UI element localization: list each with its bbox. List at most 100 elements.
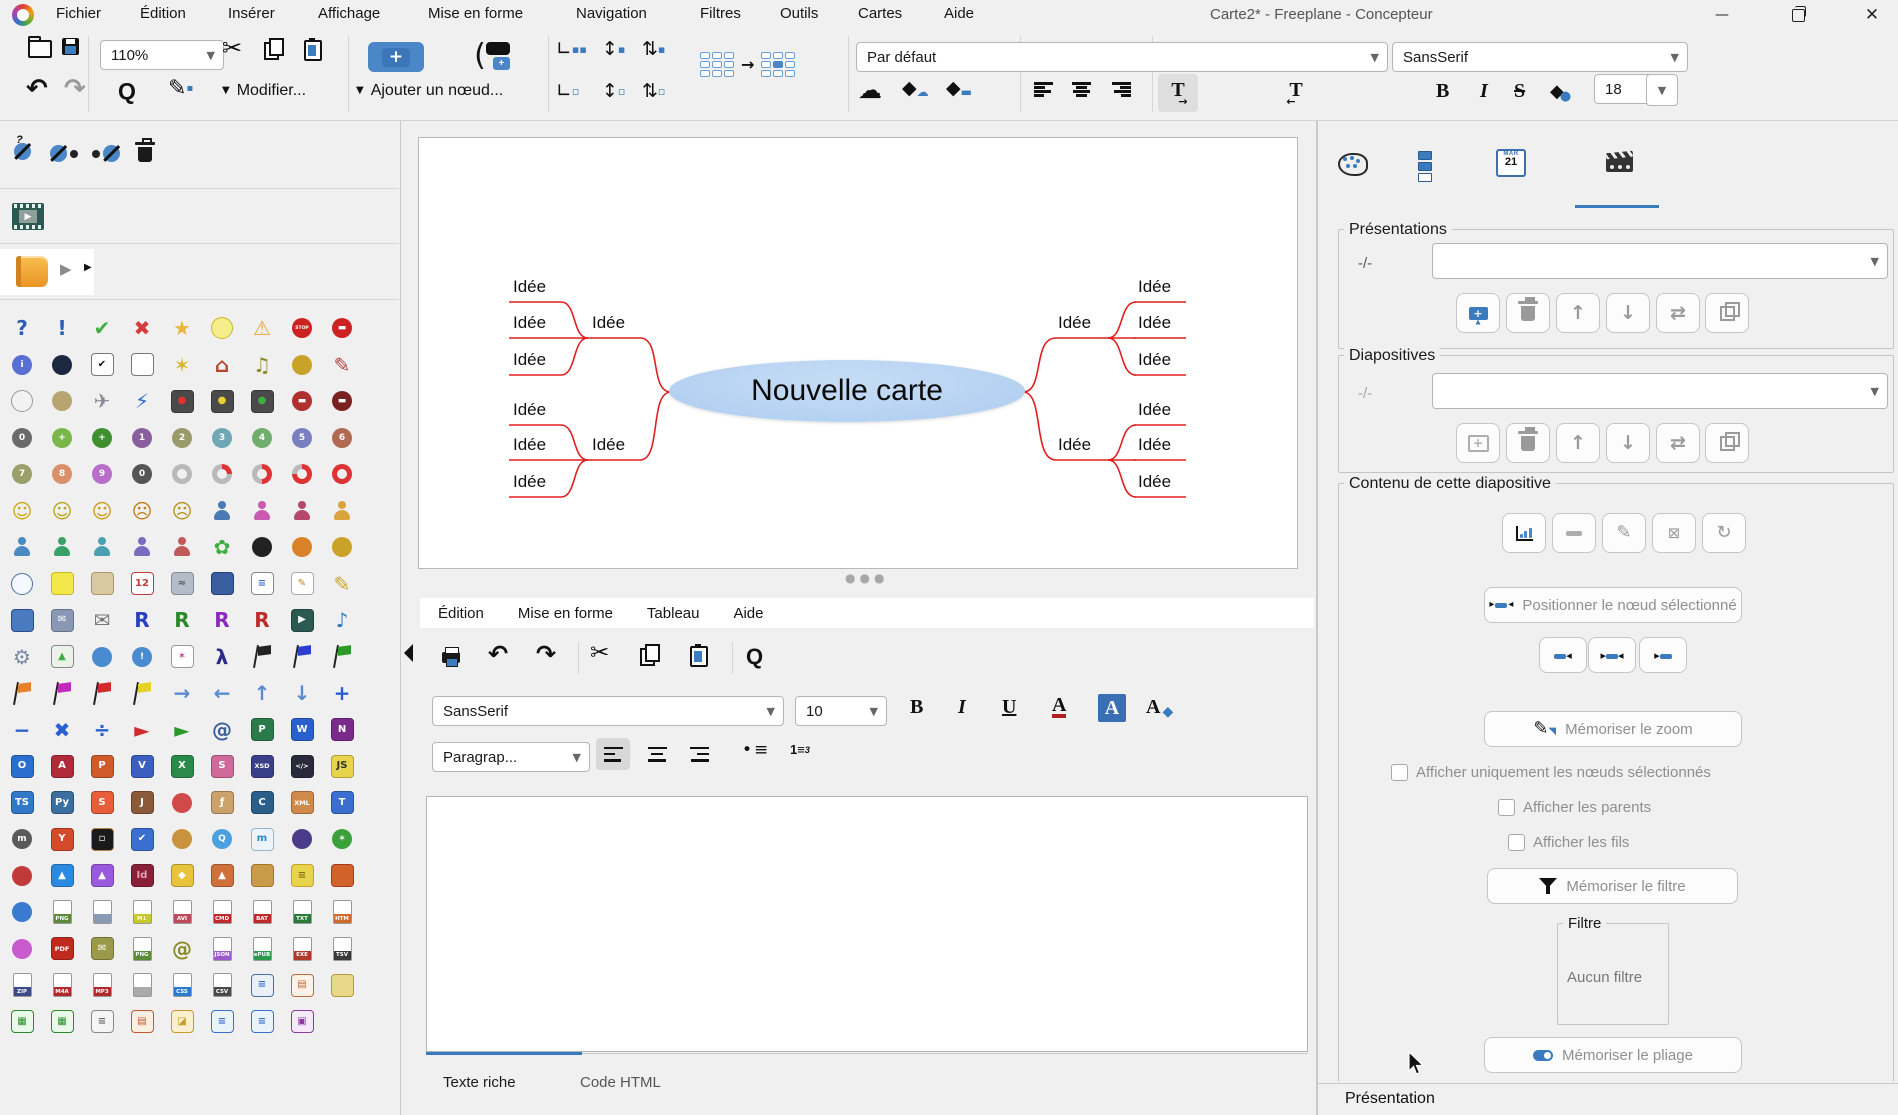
bell-icon[interactable] — [43, 384, 81, 418]
no-entry-icon[interactable]: ▬ — [323, 311, 361, 345]
delete-icon-button[interactable] — [138, 147, 152, 162]
tab-presentation[interactable] — [1606, 153, 1633, 172]
zoom-select[interactable]: 110% ▼ — [100, 40, 224, 70]
editor-italic-button[interactable]: I — [958, 696, 966, 719]
m-card-icon[interactable]: m — [243, 822, 281, 856]
info-icon[interactable]: i — [3, 348, 41, 382]
family-icon[interactable] — [203, 494, 241, 528]
hourglass-icon[interactable] — [83, 567, 121, 601]
excel-icon[interactable]: X — [163, 749, 201, 783]
file-exe-icon[interactable]: EXE — [283, 932, 321, 966]
file-csv-icon[interactable]: CSV — [203, 968, 241, 1002]
file-epub-icon[interactable]: ePUB — [243, 932, 281, 966]
show-only-selected-checkbox[interactable] — [1391, 764, 1408, 781]
visio-icon[interactable]: V — [123, 749, 161, 783]
cut-button[interactable]: ✂ — [222, 36, 242, 60]
map-node-idea[interactable]: Idée — [1138, 435, 1198, 455]
image-icon[interactable]: ▲ — [43, 640, 81, 674]
map-root-node[interactable]: Nouvelle carte — [669, 360, 1025, 422]
close-button[interactable]: ✕ — [1850, 2, 1894, 28]
traffic-yellow-icon[interactable]: ● — [203, 384, 241, 418]
multiplication-icon[interactable]: ✖ — [43, 713, 81, 747]
book-icon[interactable] — [16, 256, 48, 287]
number-3-icon[interactable]: 3 — [203, 421, 241, 455]
number-2-icon[interactable]: 2 — [163, 421, 201, 455]
beachball-icon[interactable] — [163, 786, 201, 820]
globe-icon[interactable] — [3, 895, 41, 929]
file-txt-icon[interactable]: TXT — [283, 895, 321, 929]
affinity-photo-icon[interactable]: ▲ — [83, 859, 121, 893]
editor-align-right-button[interactable] — [682, 738, 716, 770]
play-red-icon[interactable]: ► — [123, 713, 161, 747]
menu-outils[interactable]: Outils — [780, 5, 818, 22]
appium-icon[interactable]: ✶ — [323, 822, 361, 856]
menu-filtres[interactable]: Filtres — [700, 5, 741, 22]
undo-button[interactable]: ↶ — [26, 76, 48, 102]
file-mp3-icon[interactable]: MP3 — [83, 968, 121, 1002]
number-0-icon[interactable]: 0 — [3, 421, 41, 455]
file-png-icon[interactable]: PNG — [43, 895, 81, 929]
at-sign-icon[interactable]: @ — [203, 713, 241, 747]
smiley-angry-icon[interactable]: ☹ — [123, 494, 161, 528]
swift-icon[interactable]: S — [83, 786, 121, 820]
style-select[interactable]: Par défaut ▼ — [856, 42, 1388, 72]
map-node-idea[interactable]: Idée — [513, 350, 573, 370]
editor-clear-format-button[interactable]: A◆ — [1146, 696, 1173, 719]
odg-draw-icon[interactable]: ◪ — [163, 1005, 201, 1039]
editor-tab-code-html[interactable]: Code HTML — [580, 1074, 661, 1091]
typescript-icon[interactable]: TS — [3, 786, 41, 820]
editor-font-select[interactable]: SansSerif ▼ — [432, 696, 784, 726]
revision-violet-icon[interactable]: R — [203, 603, 241, 637]
yes-icon[interactable]: ✔ — [83, 311, 121, 345]
editor-bold-button[interactable]: B — [910, 696, 923, 719]
file-pdf-icon[interactable]: PDF — [43, 932, 81, 966]
file-m4a-icon[interactable]: M4A — [43, 968, 81, 1002]
restore-button[interactable] — [1776, 2, 1820, 28]
add-child-node-button[interactable]: ( + — [462, 36, 522, 76]
sass-icon[interactable]: S — [203, 749, 241, 783]
tab-calendar[interactable]: MAR21 — [1496, 149, 1526, 177]
butterfly-icon[interactable] — [283, 530, 321, 564]
music-icon[interactable]: ♫ — [243, 348, 281, 382]
map-node-idea[interactable]: Idée — [1138, 277, 1198, 297]
number-8-icon[interactable]: 8 — [43, 457, 81, 491]
file-html-globe-icon[interactable] — [83, 895, 121, 929]
search-button[interactable]: Q — [118, 78, 136, 105]
eclipse-icon[interactable] — [283, 822, 321, 856]
duplicate-slide-button[interactable] — [1705, 423, 1749, 463]
editor-undo-button[interactable]: ↶ — [488, 642, 508, 666]
warning-icon[interactable]: ⚠ — [243, 311, 281, 345]
progress-50-icon[interactable] — [243, 457, 281, 491]
odf-presentation-icon[interactable]: ▤ — [283, 968, 321, 1002]
minimize-button[interactable]: — — [1700, 2, 1744, 28]
show-parents-checkbox[interactable] — [1498, 799, 1515, 816]
pen-yellow-icon[interactable]: ✎ — [323, 567, 361, 601]
map-node-idea[interactable]: Idée — [1058, 313, 1118, 333]
save-map-button[interactable] — [62, 38, 79, 55]
executable-icon[interactable]: ⚙ — [3, 640, 41, 674]
arrow-left-icon[interactable]: ← — [203, 676, 241, 710]
sort-siblings-button[interactable]: ∟▫ — [556, 82, 579, 101]
map-node-idea[interactable]: Idée — [513, 277, 573, 297]
map-node-idea[interactable]: Idée — [1138, 400, 1198, 420]
collapse-left-handle[interactable] — [404, 644, 413, 662]
open-map-button[interactable] — [28, 40, 52, 58]
odb-database-icon[interactable]: ▣ — [283, 1005, 321, 1039]
outlook-icon[interactable]: O — [3, 749, 41, 783]
move-presentation-up-button[interactable]: ↑ — [1556, 293, 1600, 333]
silverstripe-icon[interactable] — [3, 859, 41, 893]
bee-icon[interactable] — [323, 530, 361, 564]
remove-selection-button[interactable]: ⊠ — [1652, 513, 1696, 553]
paste-style-button[interactable]: ◆▬ — [946, 78, 972, 98]
checked-icon[interactable]: ✔ — [83, 348, 121, 382]
menu-ins-rer[interactable]: Insérer — [228, 5, 275, 22]
audio-icon[interactable]: ♪ — [323, 603, 361, 637]
mails-icon[interactable]: ✉ — [43, 603, 81, 637]
number-1-icon[interactable]: 1 — [123, 421, 161, 455]
bold-button[interactable]: B — [1436, 80, 1449, 103]
menu-aide[interactable]: Aide — [944, 5, 974, 22]
males-icon[interactable] — [83, 530, 121, 564]
arrow-right-icon[interactable]: → — [163, 676, 201, 710]
female1-icon[interactable] — [243, 494, 281, 528]
delete-presentation-button[interactable] — [1506, 293, 1550, 333]
